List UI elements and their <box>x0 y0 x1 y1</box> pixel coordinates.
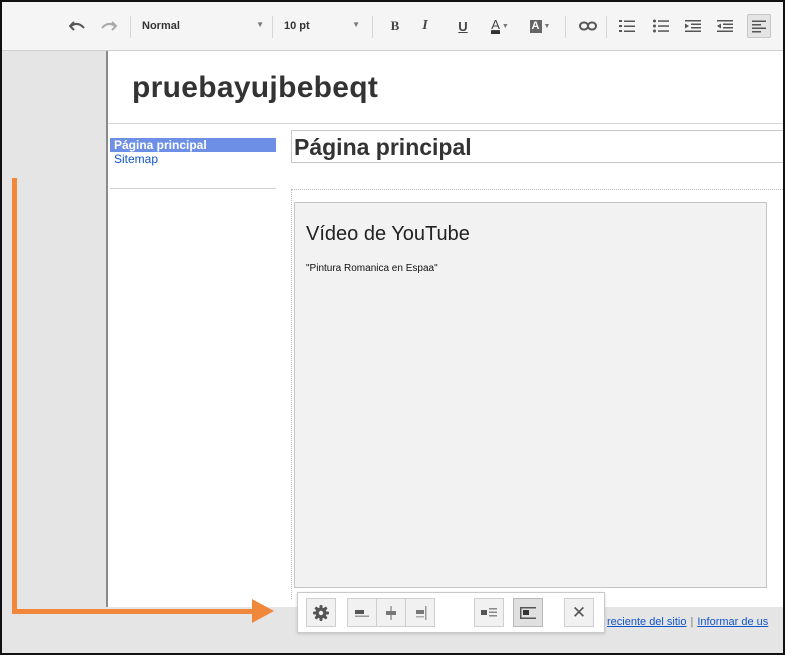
bulleted-list-icon <box>653 19 669 33</box>
link-icon <box>579 21 597 31</box>
page-margin-left <box>2 51 108 607</box>
paragraph-style-value: Normal <box>142 20 180 32</box>
highlight-label: A <box>529 19 542 33</box>
indent-icon <box>685 20 701 32</box>
sidebar-navigation: Página principal Sitemap <box>110 138 276 189</box>
page-title-field[interactable]: Página principal <box>291 130 783 163</box>
align-left-icon <box>752 20 766 32</box>
gadget-align-center-button[interactable] <box>376 598 406 627</box>
underline-label: U <box>458 18 468 34</box>
redo-icon <box>101 21 117 31</box>
site-title[interactable]: pruebayujbebeqt <box>132 71 378 105</box>
toolbar-separator <box>130 16 131 38</box>
annotation-arrowhead-icon <box>252 599 274 623</box>
chevron-down-icon: ▼ <box>256 20 264 29</box>
bold-label: B <box>390 18 400 33</box>
gadget-video-title: "Pintura Romanica en Espaa" <box>306 263 438 274</box>
font-size-value: 10 pt <box>284 20 310 32</box>
wrap-text-icon <box>481 607 497 616</box>
text-color-button[interactable]: A ▼ <box>486 14 514 38</box>
sidebar-item-home[interactable]: Página principal <box>110 138 276 152</box>
align-left-button[interactable] <box>747 14 771 38</box>
screenshot-frame: Normal ▼ 10 pt ▼ B I U A ▼ A ▼ pruebayuj… <box>0 0 785 655</box>
outdent-icon <box>717 20 733 32</box>
gadget-remove-button[interactable]: ✕ <box>564 598 594 627</box>
undo-button[interactable] <box>68 14 86 38</box>
chevron-down-icon: ▼ <box>501 22 509 30</box>
footer-separator: | <box>690 616 694 628</box>
bulleted-list-button[interactable] <box>650 14 672 38</box>
numbered-list-icon <box>619 20 635 32</box>
outdent-button[interactable] <box>714 14 736 38</box>
underline-button[interactable]: U <box>452 14 474 38</box>
sidebar-item-sitemap[interactable]: Sitemap <box>110 152 276 166</box>
gadget-title: Vídeo de YouTube <box>306 223 470 245</box>
align-right-icon <box>416 605 427 620</box>
toolbar-separator <box>372 16 373 38</box>
align-left-icon <box>355 609 369 617</box>
numbered-list-button[interactable] <box>616 14 638 38</box>
report-abuse-link[interactable]: Informar de us <box>697 616 768 628</box>
indent-button[interactable] <box>682 14 704 38</box>
close-icon: ✕ <box>571 602 587 622</box>
bold-button[interactable]: B <box>384 14 406 38</box>
insert-link-button[interactable] <box>576 14 600 38</box>
annotation-arrow-horizontal <box>12 609 256 614</box>
italic-button[interactable]: I <box>414 14 436 38</box>
gadget-wrap-off-button[interactable] <box>474 598 504 627</box>
italic-label: I <box>422 18 428 33</box>
wrap-inline-icon <box>520 606 536 619</box>
editor-toolbar: Normal ▼ 10 pt ▼ B I U A ▼ A ▼ <box>2 2 783 51</box>
toolbar-separator <box>565 16 566 38</box>
toolbar-separator <box>606 16 607 38</box>
gadget-properties-button[interactable] <box>306 598 336 627</box>
paragraph-style-dropdown[interactable]: Normal ▼ <box>142 14 266 38</box>
recent-site-activity-link[interactable]: reciente del sitio <box>607 616 687 628</box>
align-center-icon <box>386 605 396 620</box>
gadget-align-right-button[interactable] <box>405 598 435 627</box>
youtube-video-gadget[interactable]: Vídeo de YouTube "Pintura Romanica en Es… <box>294 202 767 588</box>
gadget-wrap-on-button[interactable] <box>513 598 543 627</box>
text-color-label: A <box>491 16 500 34</box>
toolbar-separator <box>272 16 273 38</box>
footer-links: reciente del sitio | Informar de us <box>607 616 768 628</box>
undo-icon <box>69 21 85 31</box>
page-title: Página principal <box>294 134 472 160</box>
highlight-color-button[interactable]: A ▼ <box>526 14 554 38</box>
site-header: pruebayujbebeqt <box>108 51 783 124</box>
chevron-down-icon: ▼ <box>543 22 551 30</box>
redo-button[interactable] <box>100 14 118 38</box>
font-size-dropdown[interactable]: 10 pt ▼ <box>284 14 362 38</box>
gadget-toolbar: ✕ <box>297 592 605 633</box>
chevron-down-icon: ▼ <box>352 20 360 29</box>
annotation-arrow-vertical <box>12 178 17 614</box>
gear-icon <box>313 604 329 621</box>
gadget-align-left-button[interactable] <box>347 598 377 627</box>
